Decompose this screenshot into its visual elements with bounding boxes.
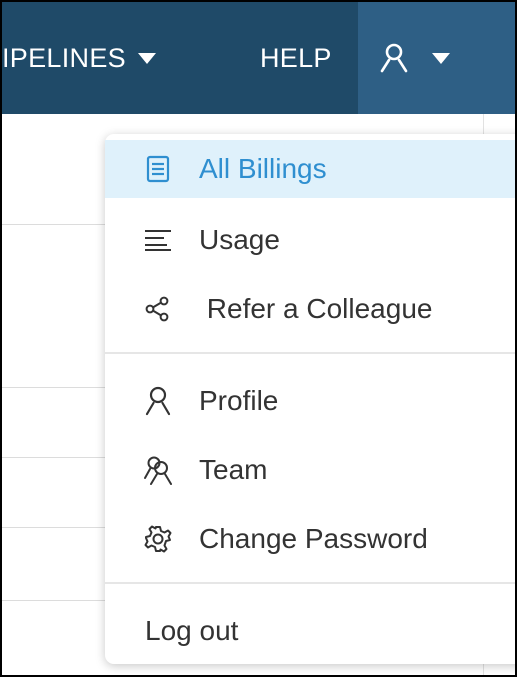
menu-item-label: Refer a Colleague [199, 293, 433, 324]
caret-down-icon [137, 52, 156, 64]
user-dropdown-menu: All Billings Usage Refer a Colleague Pro… [105, 134, 515, 664]
team-icon [143, 455, 173, 485]
menu-item-team[interactable]: Team [105, 441, 515, 499]
screenshot-frame: IPELINES HELP All Billings Usage Refer a… [0, 0, 517, 677]
user-icon [380, 43, 408, 73]
page-divider [2, 387, 112, 388]
menu-item-label: Team [199, 454, 268, 485]
menu-item-label: Usage [199, 224, 280, 255]
menu-item-label: Profile [199, 385, 279, 416]
top-navigation-bar: IPELINES HELP [2, 2, 515, 114]
pipelines-nav-menu[interactable]: IPELINES [2, 2, 232, 114]
user-account-menu-toggle[interactable] [358, 2, 515, 114]
menu-item-profile[interactable]: Profile [105, 372, 515, 430]
share-icon [143, 294, 173, 324]
menu-item-label: All Billings [199, 153, 327, 184]
logout-label: Log out [145, 615, 239, 646]
page-divider [2, 600, 112, 601]
help-nav-link[interactable]: HELP [260, 2, 332, 114]
menu-item-usage[interactable]: Usage [105, 211, 515, 269]
caret-down-icon [432, 52, 450, 64]
page-divider [2, 224, 112, 225]
menu-separator [105, 582, 515, 584]
pipelines-nav-label: IPELINES [2, 42, 126, 73]
menu-item-all-billings[interactable]: All Billings [105, 140, 515, 198]
page-divider [2, 457, 112, 458]
list-lines-icon [143, 225, 173, 255]
menu-item-label: Change Password [199, 523, 428, 554]
billing-doc-icon [143, 154, 173, 184]
person-icon [143, 386, 173, 416]
gear-icon [143, 524, 173, 554]
page-divider [2, 527, 112, 528]
menu-separator [105, 352, 515, 354]
menu-item-change-password[interactable]: Change Password [105, 510, 515, 568]
logout-menu-item[interactable]: Log out [105, 602, 515, 660]
menu-item-refer-colleague[interactable]: Refer a Colleague [105, 280, 515, 338]
